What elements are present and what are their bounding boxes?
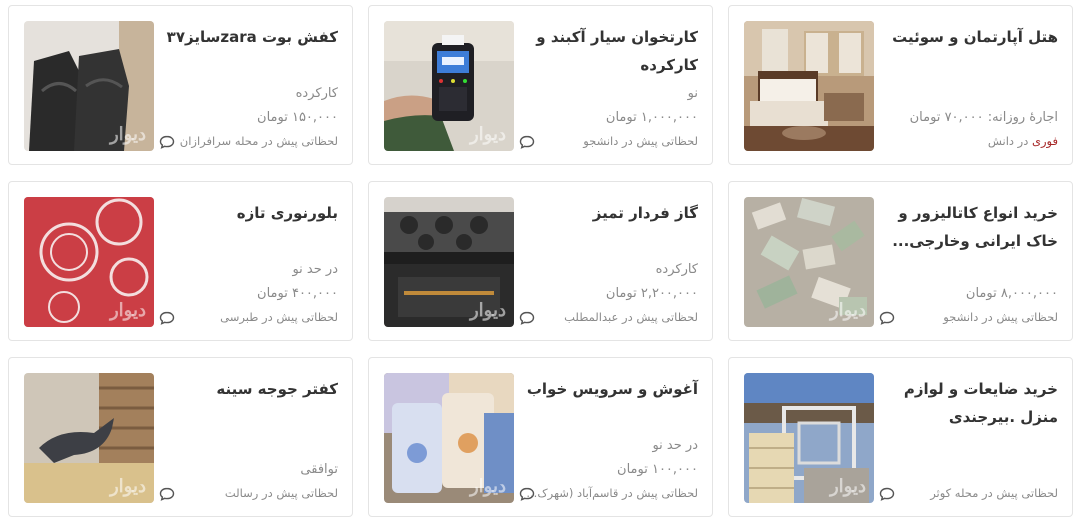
watermark: دیوار: [829, 476, 866, 497]
chat-bubble-icon[interactable]: [519, 487, 535, 501]
chat-bubble-icon[interactable]: [159, 311, 175, 325]
ad-info: هتل آپارتمان و سوئیت اجارهٔ روزانه: ۷۰,۰…: [873, 6, 1058, 164]
urgent-badge: فوری: [1032, 134, 1058, 148]
watermark: دیوار: [109, 476, 146, 497]
ad-title: کفش بوت zaraسایز۳۷: [166, 28, 338, 46]
watermark: دیوار: [469, 300, 506, 321]
ad-title: کارتخوان سیار آکبند و کارکرده: [536, 28, 698, 74]
watermark: دیوار: [109, 300, 146, 321]
ad-location: لحظاتی پیش در رسالت: [224, 486, 338, 500]
ad-image-scrap-windows[interactable]: دیوار: [744, 373, 874, 503]
ad-card[interactable]: بلورنوری تازه در حد نو ۴۰۰,۰۰۰ تومان لحظ…: [8, 181, 353, 341]
watermark: دیوار: [109, 124, 146, 145]
ad-location: لحظاتی پیش در طبرسی: [220, 310, 338, 324]
ad-price: ۱۵۰,۰۰۰ تومان: [257, 110, 338, 125]
ad-title: گاز فردار تمیز: [592, 204, 698, 222]
ad-meta: فوری در دانش: [873, 134, 1058, 148]
ad-grid: هتل آپارتمان و سوئیت اجارهٔ روزانه: ۷۰,۰…: [0, 0, 1080, 524]
ad-info: گاز فردار تمیز کارکرده ۲,۲۰۰,۰۰۰ تومان ل…: [513, 182, 698, 340]
ad-card[interactable]: کفتر جوجه سینه توافقی لحظاتی پیش در رسال…: [8, 357, 353, 517]
ad-condition: در حد نو: [652, 438, 698, 453]
ad-card[interactable]: خرید انواع کاتالیزور و خاک ایرانی وخارجی…: [728, 181, 1073, 341]
ad-title: هتل آپارتمان و سوئیت: [892, 28, 1058, 46]
ad-price: ۴۰۰,۰۰۰ تومان: [257, 286, 338, 301]
ad-info: خرید انواع کاتالیزور و خاک ایرانی وخارجی…: [873, 182, 1058, 340]
ad-info: کفتر جوجه سینه توافقی لحظاتی پیش در رسال…: [153, 358, 338, 516]
ad-location: لحظاتی پیش در قاسم‌آباد (شهرک...: [526, 486, 698, 500]
ad-location: لحظاتی پیش در محله سرافرازان: [179, 134, 338, 148]
ad-location: لحظاتی پیش در دانشجو: [943, 310, 1058, 324]
ad-image-stove[interactable]: دیوار: [384, 197, 514, 327]
ad-image-pigeon[interactable]: دیوار: [24, 373, 154, 503]
ad-price: ۸,۰۰۰,۰۰۰ تومان: [965, 286, 1058, 301]
ad-title: خرید انواع کاتالیزور و خاک ایرانی وخارجی…: [892, 204, 1058, 250]
ad-image-baby-bedding[interactable]: دیوار: [384, 373, 514, 503]
chat-bubble-icon[interactable]: [159, 135, 175, 149]
ad-condition: نو: [687, 86, 698, 101]
ad-location: لحظاتی پیش در دانشجو: [583, 134, 698, 148]
ad-image-catalyst-blocks[interactable]: دیوار: [744, 197, 874, 327]
ad-location: در دانش: [987, 134, 1032, 148]
ad-card[interactable]: کفش بوت zaraسایز۳۷ کارکرده ۱۵۰,۰۰۰ تومان…: [8, 5, 353, 165]
ad-price: ۱,۰۰۰,۰۰۰ تومان: [605, 110, 698, 125]
watermark: دیوار: [829, 300, 866, 321]
ad-price: ۱۰۰,۰۰۰ تومان: [617, 462, 698, 477]
ad-card[interactable]: آغوش و سرویس خواب در حد نو ۱۰۰,۰۰۰ تومان…: [368, 357, 713, 517]
ad-info: بلورنوری تازه در حد نو ۴۰۰,۰۰۰ تومان لحظ…: [153, 182, 338, 340]
ad-title: خرید ضایعات و لوازم منزل .بیرجندی: [903, 380, 1058, 426]
ad-card[interactable]: خرید ضایعات و لوازم منزل .بیرجندی لحظاتی…: [728, 357, 1073, 517]
chat-bubble-icon[interactable]: [159, 487, 175, 501]
ad-image-crystal-bowls[interactable]: دیوار: [24, 197, 154, 327]
ad-title: بلورنوری تازه: [236, 204, 338, 222]
ad-image-card-reader[interactable]: دیوار: [384, 21, 514, 151]
ad-image-hotel-room[interactable]: [744, 21, 874, 151]
ad-condition: در حد نو: [292, 262, 338, 277]
ad-info: خرید ضایعات و لوازم منزل .بیرجندی لحظاتی…: [873, 358, 1058, 516]
ad-info: کارتخوان سیار آکبند و کارکرده نو ۱,۰۰۰,۰…: [513, 6, 698, 164]
chat-bubble-icon[interactable]: [519, 311, 535, 325]
ad-condition: کارکرده: [655, 262, 698, 277]
ad-image-boots[interactable]: دیوار: [24, 21, 154, 151]
ad-price: اجارهٔ روزانه: ۷۰,۰۰۰ تومان: [909, 110, 1058, 125]
ad-info: آغوش و سرویس خواب در حد نو ۱۰۰,۰۰۰ تومان…: [513, 358, 698, 516]
ad-title: کفتر جوجه سینه: [216, 380, 338, 398]
ad-location: لحظاتی پیش در محله کوثر: [930, 486, 1058, 500]
ad-info: کفش بوت zaraسایز۳۷ کارکرده ۱۵۰,۰۰۰ تومان…: [153, 6, 338, 164]
ad-condition: کارکرده: [295, 86, 338, 101]
chat-bubble-icon[interactable]: [879, 311, 895, 325]
watermark: دیوار: [469, 124, 506, 145]
ad-card[interactable]: هتل آپارتمان و سوئیت اجارهٔ روزانه: ۷۰,۰…: [728, 5, 1073, 165]
ad-card[interactable]: کارتخوان سیار آکبند و کارکرده نو ۱,۰۰۰,۰…: [368, 5, 713, 165]
chat-bubble-icon[interactable]: [879, 487, 895, 501]
ad-price: ۲,۲۰۰,۰۰۰ تومان: [605, 286, 698, 301]
ad-title: آغوش و سرویس خواب: [526, 380, 698, 398]
chat-bubble-icon[interactable]: [519, 135, 535, 149]
ad-price: توافقی: [300, 462, 338, 477]
watermark: دیوار: [469, 476, 506, 497]
ad-card[interactable]: گاز فردار تمیز کارکرده ۲,۲۰۰,۰۰۰ تومان ل…: [368, 181, 713, 341]
ad-location: لحظاتی پیش در عبدالمطلب: [564, 310, 698, 324]
